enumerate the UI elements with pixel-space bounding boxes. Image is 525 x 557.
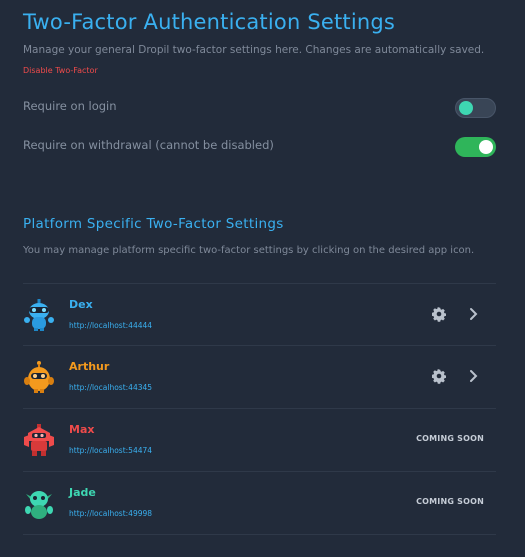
require-withdrawal-toggle[interactable] <box>455 137 496 157</box>
app-name: Dex <box>69 298 93 311</box>
app-name: Max <box>69 423 95 436</box>
divider <box>23 534 496 535</box>
app-url-link[interactable]: http://localhost:44345 <box>69 383 152 392</box>
platform-section-title: Platform Specific Two-Factor Settings <box>23 216 284 232</box>
require-login-toggle[interactable] <box>455 98 496 118</box>
app-row-arthur[interactable]: Arthur http://localhost:44345 <box>23 345 496 408</box>
app-row-jade: Jade http://localhost:49998 COMING SOON <box>23 471 496 534</box>
app-url-link[interactable]: http://localhost:49998 <box>69 509 152 518</box>
robot-orange-icon[interactable] <box>23 360 55 394</box>
app-url-link[interactable]: http://localhost:54474 <box>69 446 152 455</box>
chevron-right-icon[interactable] <box>467 306 481 322</box>
app-row-max: Max http://localhost:54474 COMING SOON <box>23 408 496 471</box>
require-login-label: Require on login <box>23 99 117 113</box>
app-name: Arthur <box>69 360 110 373</box>
chevron-right-icon[interactable] <box>467 368 481 384</box>
robot-green-icon <box>25 491 53 519</box>
gear-icon[interactable] <box>431 368 447 384</box>
platform-section-subtitle: You may manage platform specific two-fac… <box>23 245 475 256</box>
app-url-link[interactable]: http://localhost:44444 <box>69 321 152 330</box>
app-row-dex[interactable]: Dex http://localhost:44444 <box>23 283 496 346</box>
toggle-knob <box>459 101 473 115</box>
page-title: Two-Factor Authentication Settings <box>23 10 396 34</box>
robot-red-icon <box>24 424 54 456</box>
gear-icon[interactable] <box>431 306 447 322</box>
coming-soon-badge: COMING SOON <box>416 497 484 506</box>
toggle-knob <box>479 140 493 154</box>
app-name: Jade <box>69 486 96 499</box>
robot-blue-icon[interactable] <box>23 298 55 332</box>
require-withdrawal-label: Require on withdrawal (cannot be disable… <box>23 138 274 152</box>
page-subtitle: Manage your general Dropil two-factor se… <box>23 44 485 56</box>
disable-two-factor-link[interactable]: Disable Two-Factor <box>23 66 98 75</box>
coming-soon-badge: COMING SOON <box>416 434 484 443</box>
